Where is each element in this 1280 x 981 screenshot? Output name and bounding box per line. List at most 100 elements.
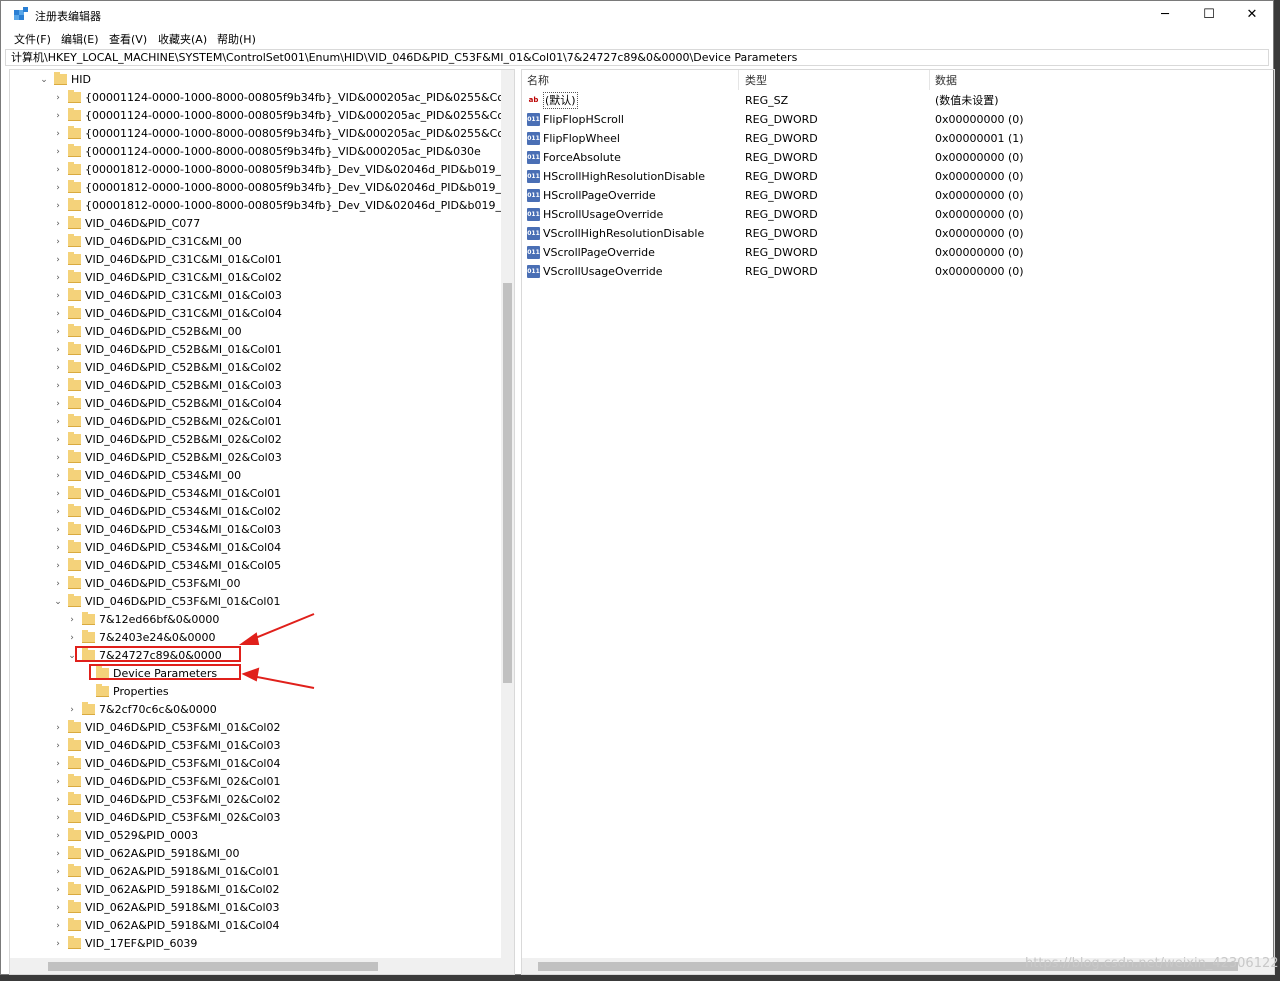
tree-item[interactable]: › VID_046D&PID_C534&MI_01&Col03 — [10, 521, 500, 539]
chevron-right-icon[interactable]: › — [67, 611, 77, 629]
address-bar[interactable]: 计算机\HKEY_LOCAL_MACHINE\SYSTEM\ControlSet… — [5, 49, 1269, 66]
chevron-right-icon[interactable]: › — [53, 179, 63, 197]
chevron-right-icon[interactable]: › — [53, 431, 63, 449]
tree-item[interactable]: › VID_17EF&PID_6039 — [10, 935, 500, 953]
tree-item[interactable]: › VID_046D&PID_C53F&MI_02&Col03 — [10, 809, 500, 827]
tree-horizontal-scrollbar[interactable] — [10, 958, 514, 974]
chevron-right-icon[interactable]: › — [53, 359, 63, 377]
chevron-right-icon[interactable]: › — [53, 809, 63, 827]
menu-view[interactable]: 查看(V) — [109, 31, 147, 47]
value-row[interactable]: 011 HScrollPageOverride REG_DWORD 0x0000000… — [522, 186, 1274, 205]
tree-item[interactable]: › VID_046D&PID_C31C&MI_00 — [10, 233, 500, 251]
menu-edit[interactable]: 编辑(E) — [61, 31, 99, 47]
value-row[interactable]: 011 VScrollHighResolutionDisable REG_DWORD… — [522, 224, 1274, 243]
column-header-name[interactable]: 名称 — [527, 72, 549, 90]
tree-vertical-scroll-thumb[interactable] — [503, 283, 512, 683]
chevron-right-icon[interactable]: › — [53, 539, 63, 557]
tree-item[interactable]: › {00001812-0000-1000-8000-00805f9b34fb}_… — [10, 179, 514, 197]
tree-item[interactable]: › VID_062A&PID_5918&MI_01&Col03 — [10, 899, 500, 917]
chevron-right-icon[interactable]: › — [53, 269, 63, 287]
tree-item[interactable]: › VID_046D&PID_C52B&MI_02&Col02 — [10, 431, 500, 449]
chevron-right-icon[interactable]: › — [53, 449, 63, 467]
tree-item[interactable]: › VID_062A&PID_5918&MI_01&Col02 — [10, 881, 500, 899]
tree-item[interactable]: › VID_046D&PID_C534&MI_01&Col02 — [10, 503, 500, 521]
chevron-right-icon[interactable]: › — [53, 719, 63, 737]
tree-horizontal-scroll-thumb[interactable] — [48, 962, 378, 971]
chevron-right-icon[interactable]: › — [53, 305, 63, 323]
chevron-right-icon[interactable]: › — [53, 323, 63, 341]
tree-vertical-scrollbar[interactable] — [501, 70, 514, 960]
chevron-right-icon[interactable]: › — [53, 755, 63, 773]
tree-item[interactable]: › VID_046D&PID_C52B&MI_01&Col01 — [10, 341, 500, 359]
chevron-right-icon[interactable]: › — [53, 395, 63, 413]
tree-item[interactable]: › {00001124-0000-1000-8000-00805f9b34fb}_… — [10, 107, 514, 125]
chevron-right-icon[interactable]: › — [53, 827, 63, 845]
chevron-right-icon[interactable]: › — [53, 215, 63, 233]
tree-item[interactable]: › VID_046D&PID_C53F&MI_02&Col02 — [10, 791, 500, 809]
chevron-right-icon[interactable]: › — [53, 521, 63, 539]
tree-item[interactable]: › VID_046D&PID_C52B&MI_00 — [10, 323, 500, 341]
minimize-button[interactable]: ─ — [1143, 1, 1187, 28]
tree-item[interactable]: › VID_046D&PID_C53F&MI_01&Col04 — [10, 755, 500, 773]
chevron-right-icon[interactable]: › — [53, 125, 63, 143]
tree-item[interactable]: › VID_0529&PID_0003 — [10, 827, 500, 845]
chevron-right-icon[interactable]: › — [53, 917, 63, 935]
chevron-right-icon[interactable]: › — [53, 935, 63, 953]
tree-item[interactable]: › VID_046D&PID_C534&MI_01&Col05 — [10, 557, 500, 575]
chevron-right-icon[interactable]: › — [53, 143, 63, 161]
close-button[interactable]: ✕ — [1230, 1, 1274, 28]
tree-item[interactable]: › {00001812-0000-1000-8000-00805f9b34fb}_… — [10, 197, 514, 215]
chevron-right-icon[interactable]: › — [53, 557, 63, 575]
tree-item[interactable]: › VID_046D&PID_C53F&MI_01&Col03 — [10, 737, 500, 755]
chevron-right-icon[interactable]: › — [53, 341, 63, 359]
chevron-right-icon[interactable]: › — [53, 791, 63, 809]
chevron-right-icon[interactable]: › — [53, 287, 63, 305]
tree-item[interactable]: › VID_046D&PID_C534&MI_00 — [10, 467, 500, 485]
tree-item[interactable]: › VID_062A&PID_5918&MI_00 — [10, 845, 500, 863]
menu-favorites[interactable]: 收藏夹(A) — [158, 31, 207, 47]
tree-item[interactable]: › 7&2cf70c6c&0&0000 — [10, 701, 500, 719]
tree-item[interactable]: › VID_046D&PID_C534&MI_01&Col01 — [10, 485, 500, 503]
chevron-right-icon[interactable]: › — [53, 503, 63, 521]
value-row[interactable]: 011 VScrollPageOverride REG_DWORD 0x0000000… — [522, 243, 1274, 262]
tree-item[interactable]: › VID_046D&PID_C53F&MI_01&Col02 — [10, 719, 500, 737]
value-row[interactable]: 011 VScrollUsageOverride REG_DWORD 0x000000… — [522, 262, 1274, 281]
tree-item[interactable]: › {00001124-0000-1000-8000-00805f9b34fb}_… — [10, 89, 514, 107]
chevron-right-icon[interactable]: › — [53, 233, 63, 251]
chevron-right-icon[interactable]: › — [53, 881, 63, 899]
tree-item[interactable]: › VID_046D&PID_C52B&MI_02&Col03 — [10, 449, 500, 467]
chevron-down-icon[interactable]: ⌄ — [39, 71, 49, 89]
column-divider[interactable] — [929, 70, 930, 90]
chevron-right-icon[interactable]: › — [53, 863, 63, 881]
tree-item-hid[interactable]: ⌄ HID — [10, 71, 500, 89]
column-header-data[interactable]: 数据 — [935, 72, 957, 90]
maximize-button[interactable]: ☐ — [1187, 1, 1231, 28]
tree-item[interactable]: › {00001812-0000-1000-8000-00805f9b34fb}_… — [10, 161, 514, 179]
tree-item[interactable]: › VID_046D&PID_C53F&MI_00 — [10, 575, 500, 593]
chevron-right-icon[interactable]: › — [67, 629, 77, 647]
column-divider[interactable] — [738, 70, 739, 90]
chevron-right-icon[interactable]: › — [53, 575, 63, 593]
chevron-right-icon[interactable]: › — [53, 773, 63, 791]
chevron-right-icon[interactable]: › — [53, 737, 63, 755]
chevron-right-icon[interactable]: › — [53, 899, 63, 917]
tree-item[interactable]: › VID_062A&PID_5918&MI_01&Col01 — [10, 863, 500, 881]
tree-item[interactable]: › VID_046D&PID_C31C&MI_01&Col02 — [10, 269, 500, 287]
tree-item[interactable]: › {00001124-0000-1000-8000-00805f9b34fb}_… — [10, 125, 514, 143]
tree-item[interactable]: › VID_046D&PID_C52B&MI_01&Col02 — [10, 359, 500, 377]
tree-item[interactable]: › VID_046D&PID_C534&MI_01&Col04 — [10, 539, 500, 557]
value-row[interactable]: 011 FlipFlopHScroll REG_DWORD 0x00000000 (0… — [522, 110, 1274, 129]
menu-help[interactable]: 帮助(H) — [217, 31, 256, 47]
tree-item[interactable]: › VID_046D&PID_C52B&MI_02&Col01 — [10, 413, 500, 431]
chevron-down-icon[interactable]: ⌄ — [53, 593, 63, 611]
tree-item[interactable]: › VID_046D&PID_C53F&MI_02&Col01 — [10, 773, 500, 791]
tree-item[interactable]: › VID_062A&PID_5918&MI_01&Col04 — [10, 917, 500, 935]
chevron-right-icon[interactable]: › — [53, 89, 63, 107]
tree-item[interactable]: › VID_046D&PID_C52B&MI_01&Col03 — [10, 377, 500, 395]
value-row[interactable]: 011 HScrollUsageOverride REG_DWORD 0x000000… — [522, 205, 1274, 224]
value-row[interactable]: 011 FlipFlopWheel REG_DWORD 0x00000001 (1) — [522, 129, 1274, 148]
chevron-right-icon[interactable]: › — [53, 467, 63, 485]
menu-file[interactable]: 文件(F) — [14, 31, 51, 47]
chevron-right-icon[interactable]: › — [53, 161, 63, 179]
chevron-right-icon[interactable]: › — [53, 197, 63, 215]
